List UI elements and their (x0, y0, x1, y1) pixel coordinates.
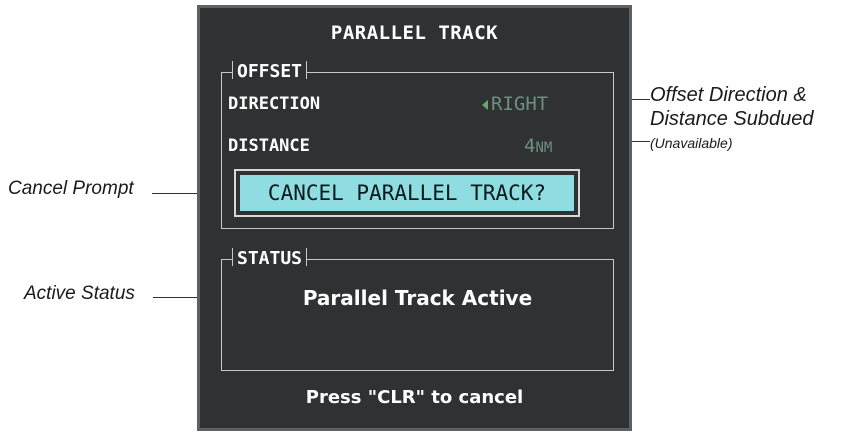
cancel-parallel-track-button[interactable]: CANCEL PARALLEL TRACK? (240, 175, 574, 211)
direction-value-text: RIGHT (491, 93, 549, 115)
callout-offset-subdued-line2: Distance Subdued (650, 108, 814, 130)
parallel-track-window: PARALLEL TRACK OFFSET DIRECTION RIGHT DI… (197, 5, 632, 431)
status-text: Parallel Track Active (302, 286, 533, 310)
callout-active-status: Active Status (24, 283, 135, 304)
status-group-label: STATUS (232, 248, 308, 269)
distance-label: DISTANCE (228, 136, 310, 156)
distance-value: 4NM (524, 135, 552, 157)
callout-cancel-prompt: Cancel Prompt (8, 178, 134, 199)
distance-number: 4 (524, 135, 536, 157)
callout-offset-subdued-note: (Unavailable) (650, 135, 733, 151)
left-arrow-icon (482, 99, 488, 110)
distance-unit: NM (535, 140, 553, 156)
direction-value: RIGHT (482, 93, 548, 115)
status-group: STATUS Parallel Track Active (221, 248, 614, 371)
window-title: PARALLEL TRACK (330, 22, 499, 44)
clr-instruction: Press "CLR" to cancel (305, 387, 524, 408)
callout-offset-subdued-line1: Offset Direction & (650, 84, 807, 106)
direction-label: DIRECTION (228, 94, 321, 114)
offset-group-label: OFFSET (232, 61, 308, 82)
cancel-prompt-frame[interactable]: CANCEL PARALLEL TRACK? (234, 169, 580, 217)
